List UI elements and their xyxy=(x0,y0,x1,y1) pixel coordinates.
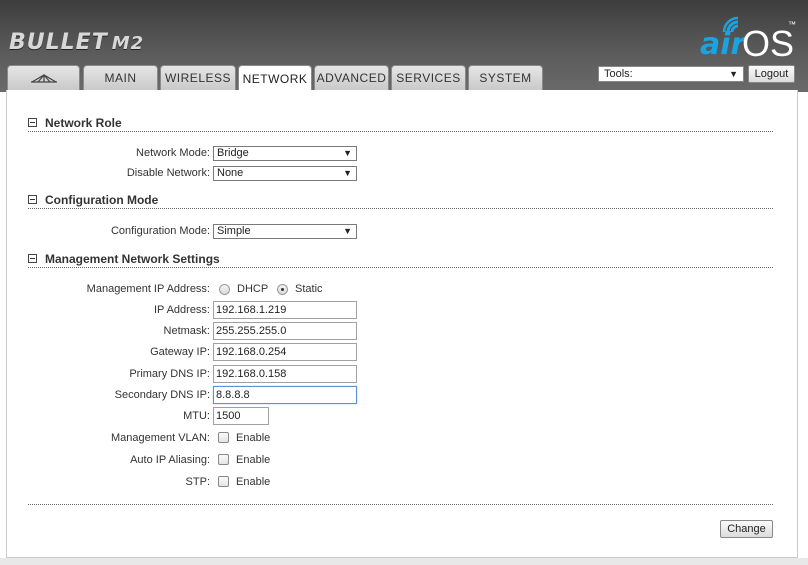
mgmt-vlan-enable-label: Enable xyxy=(236,432,271,444)
collapse-icon[interactable] xyxy=(28,118,37,127)
secondary-dns-label: Secondary DNS IP: xyxy=(114,389,210,401)
mgmt-vlan-checkbox[interactable] xyxy=(218,432,229,443)
tab-network[interactable]: NETWORK xyxy=(238,65,312,91)
netmask-input[interactable]: 255.255.255.0 xyxy=(213,322,357,340)
netmask-label: Netmask: xyxy=(163,325,210,337)
divider xyxy=(28,504,773,505)
dhcp-radio[interactable] xyxy=(219,284,230,295)
stp-label: STP: xyxy=(185,476,210,488)
product-logo: BULLET M2 xyxy=(9,30,144,55)
airos-logo: air OS ™ xyxy=(700,12,800,62)
mgmt-ip-label: Management IP Address: xyxy=(86,283,210,295)
stp-checkbox[interactable] xyxy=(218,476,229,487)
static-radio[interactable] xyxy=(277,284,288,295)
disable-network-select[interactable]: None ▼ xyxy=(213,166,357,181)
collapse-icon[interactable] xyxy=(28,195,37,204)
footer-bar xyxy=(0,558,808,565)
section-title: Management Network Settings xyxy=(45,252,220,266)
auto-ip-aliasing-enable-label: Enable xyxy=(236,454,271,466)
ip-address-label: IP Address: xyxy=(153,304,210,316)
tools-dropdown[interactable]: Tools: ▼ xyxy=(598,66,744,82)
chevron-down-icon: ▼ xyxy=(343,168,352,178)
network-mode-label: Network Mode: xyxy=(136,147,210,159)
gateway-ip-input[interactable]: 192.168.0.254 xyxy=(213,343,357,361)
brand-air: air xyxy=(700,27,746,62)
tab-advanced[interactable]: ADVANCED xyxy=(314,65,389,90)
disable-network-value: None xyxy=(217,167,244,179)
config-mode-label: Configuration Mode: xyxy=(110,225,210,237)
mtu-input[interactable]: 1500 xyxy=(213,407,269,425)
section-title: Configuration Mode xyxy=(45,193,159,207)
tools-dropdown-value: Tools: xyxy=(604,68,633,80)
static-radio-label: Static xyxy=(295,283,323,295)
tab-ubiquiti-logo[interactable] xyxy=(7,65,80,90)
dhcp-radio-label: DHCP xyxy=(237,283,269,295)
primary-dns-label: Primary DNS IP: xyxy=(129,368,210,380)
gateway-ip-label: Gateway IP: xyxy=(150,346,210,358)
section-management-network: Management Network Settings xyxy=(28,252,773,268)
header-bar: BULLET M2 air OS ™ MAIN WIRELESS NETWORK … xyxy=(0,0,808,92)
config-mode-select[interactable]: Simple ▼ xyxy=(213,224,357,239)
brand-tm: ™ xyxy=(788,20,796,29)
product-model: M2 xyxy=(111,33,145,54)
section-network-role: Network Role xyxy=(28,116,773,132)
brand-os: OS xyxy=(742,23,795,64)
auto-ip-aliasing-checkbox[interactable] xyxy=(218,454,229,465)
section-title: Network Role xyxy=(45,116,122,130)
collapse-icon[interactable] xyxy=(28,254,37,263)
product-name: BULLET xyxy=(9,30,108,55)
config-mode-value: Simple xyxy=(217,225,251,237)
section-configuration-mode: Configuration Mode xyxy=(28,193,773,209)
chevron-down-icon: ▼ xyxy=(343,226,352,236)
network-mode-select[interactable]: Bridge ▼ xyxy=(213,146,357,161)
mgmt-vlan-label: Management VLAN: xyxy=(110,432,210,444)
stp-enable-label: Enable xyxy=(236,476,271,488)
tab-services[interactable]: SERVICES xyxy=(391,65,466,90)
primary-dns-input[interactable]: 192.168.0.158 xyxy=(213,365,357,383)
chevron-down-icon: ▼ xyxy=(343,148,352,158)
mtu-label: MTU: xyxy=(183,410,210,422)
tab-system[interactable]: SYSTEM xyxy=(468,65,543,90)
logout-button[interactable]: Logout xyxy=(748,65,795,83)
disable-network-label: Disable Network: xyxy=(126,167,210,179)
tab-wireless[interactable]: WIRELESS xyxy=(160,65,236,90)
tab-main[interactable]: MAIN xyxy=(83,65,158,90)
ubiquiti-logo-icon xyxy=(30,74,57,83)
chevron-down-icon: ▼ xyxy=(729,69,738,79)
network-mode-value: Bridge xyxy=(217,147,249,159)
auto-ip-aliasing-label: Auto IP Aliasing: xyxy=(130,454,210,466)
change-button[interactable]: Change xyxy=(720,520,773,538)
secondary-dns-input[interactable]: 8.8.8.8 xyxy=(213,386,357,404)
ip-address-input[interactable]: 192.168.1.219 xyxy=(213,301,357,319)
